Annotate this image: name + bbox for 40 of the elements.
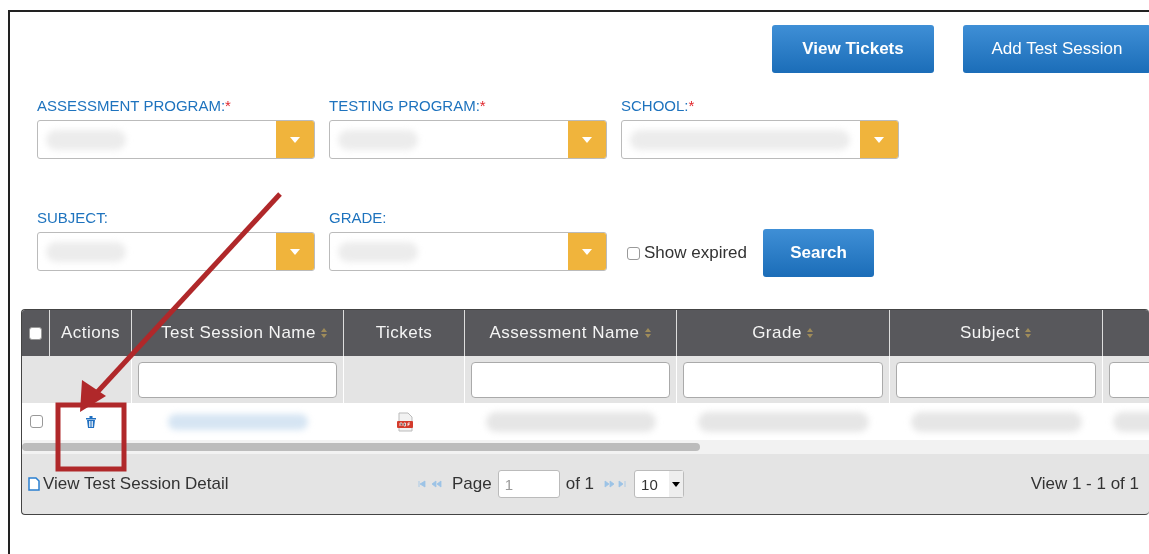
dropdown[interactable] xyxy=(37,232,315,271)
caret-icon xyxy=(289,247,301,256)
document-icon[interactable] xyxy=(28,477,40,491)
highlight-box xyxy=(55,402,127,472)
filter-label: TESTING PROGRAM: xyxy=(329,97,480,114)
required-mark: * xyxy=(479,97,486,114)
search-button[interactable]: Search xyxy=(763,229,874,277)
view-detail-link[interactable]: View Test Session Detail xyxy=(28,474,418,494)
scrollbar-thumb[interactable] xyxy=(22,443,700,451)
sort-icon[interactable] xyxy=(1024,327,1033,339)
redacted-link[interactable] xyxy=(168,413,308,430)
filter-label: GRADE: xyxy=(329,209,387,226)
caret-icon[interactable] xyxy=(672,481,681,487)
required-mark: * xyxy=(688,97,695,114)
filter-label: SCHOOL: xyxy=(621,97,689,114)
caret-icon xyxy=(581,247,593,256)
show-expired-checkbox[interactable]: Show expired xyxy=(627,235,747,271)
sort-icon[interactable] xyxy=(643,327,652,339)
page-label: Page xyxy=(452,474,492,494)
row-checkbox[interactable] xyxy=(29,415,43,428)
pdf-icon[interactable] xyxy=(394,411,415,432)
page-count: of 1 xyxy=(565,474,595,494)
filter-label: ASSESSMENT PROGRAM: xyxy=(37,97,226,114)
sort-icon[interactable] xyxy=(805,327,814,339)
header-button[interactable]: Add Test Session xyxy=(963,25,1149,73)
caret-icon xyxy=(581,135,593,144)
required-mark: * xyxy=(225,97,231,114)
column-filter-field[interactable] xyxy=(138,361,337,398)
column-filter-field[interactable] xyxy=(896,361,1096,398)
caret-icon xyxy=(873,135,885,144)
filter-label: SUBJECT: xyxy=(37,209,108,226)
page-size-dropdown[interactable]: 10 xyxy=(634,470,685,498)
trash-icon[interactable] xyxy=(86,415,96,428)
caret-icon xyxy=(289,135,301,144)
record-summary: View 1 - 1 of 1 xyxy=(1030,474,1139,494)
sort-icon[interactable] xyxy=(319,327,328,339)
column-filter-field[interactable] xyxy=(683,361,883,398)
header-button[interactable]: View Tickets xyxy=(772,25,934,73)
select-all-checkbox[interactable] xyxy=(29,326,42,340)
column-filter-field[interactable] xyxy=(471,361,670,398)
